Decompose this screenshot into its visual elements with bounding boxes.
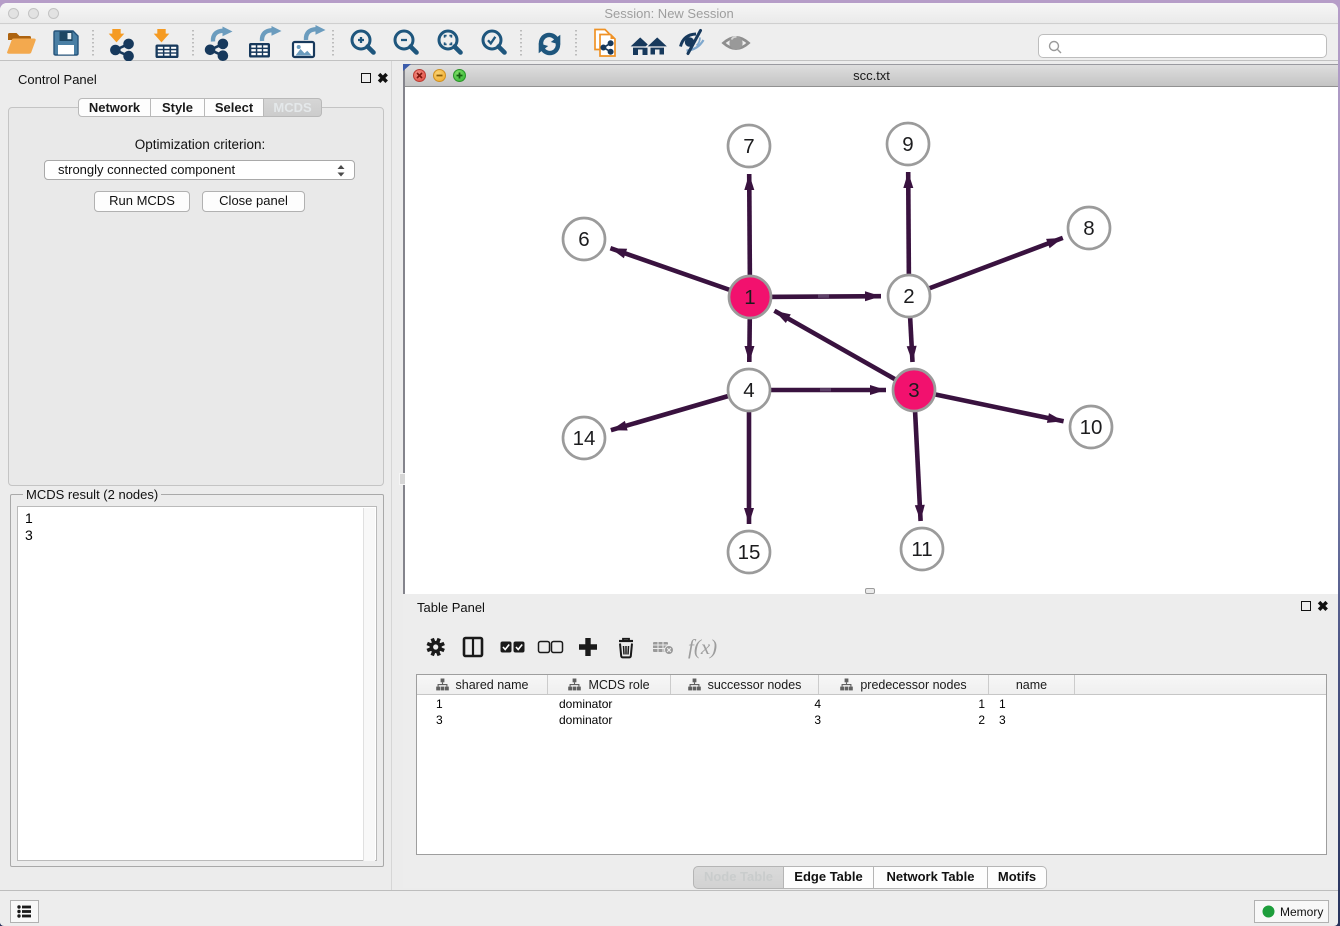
svg-text:3: 3 bbox=[908, 379, 919, 402]
svg-text:11: 11 bbox=[911, 538, 932, 561]
svg-text:2: 2 bbox=[903, 285, 914, 308]
svg-text:f(x): f(x) bbox=[688, 635, 717, 659]
svg-text:7: 7 bbox=[743, 135, 754, 158]
svg-text:4: 4 bbox=[743, 379, 754, 402]
svg-text:14: 14 bbox=[573, 427, 596, 450]
svg-text:8: 8 bbox=[1083, 217, 1094, 240]
svg-text:15: 15 bbox=[738, 541, 761, 564]
svg-text:6: 6 bbox=[578, 228, 589, 251]
svg-text:9: 9 bbox=[902, 133, 913, 156]
svg-text:1: 1 bbox=[744, 286, 755, 309]
svg-text:10: 10 bbox=[1080, 416, 1103, 439]
